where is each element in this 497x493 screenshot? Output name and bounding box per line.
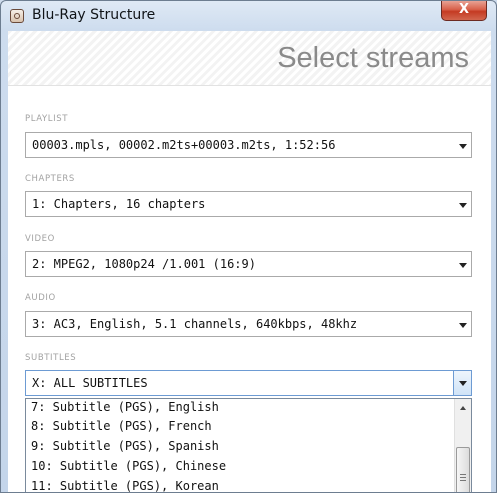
- list-item[interactable]: 7: Subtitle (PGS), English: [31, 400, 219, 414]
- chevron-down-icon: [459, 381, 467, 386]
- list-item[interactable]: 8: Subtitle (PGS), French: [31, 419, 212, 433]
- close-button[interactable]: X: [441, 1, 487, 21]
- scroll-up-icon[interactable]: [460, 406, 466, 410]
- dialog-content: Select streams PLAYLIST 00003.mpls, 0000…: [8, 31, 491, 492]
- chapters-value: 1: Chapters, 16 chapters: [32, 197, 206, 211]
- playlist-label: PLAYLIST: [25, 114, 69, 124]
- chapters-dropdown[interactable]: 1: Chapters, 16 chapters: [25, 191, 472, 217]
- audio-value: 3: AC3, English, 5.1 channels, 640kbps, …: [32, 317, 358, 331]
- playlist-dropdown[interactable]: 00003.mpls, 00002.m2ts+00003.m2ts, 1:52:…: [25, 132, 472, 158]
- scroll-thumb[interactable]: [456, 447, 470, 492]
- video-label: VIDEO: [25, 234, 55, 244]
- subtitles-dropdown-list[interactable]: 7: Subtitle (PGS), English 8: Subtitle (…: [25, 398, 472, 492]
- window-title: Blu-Ray Structure: [32, 7, 156, 23]
- title-bar[interactable]: Blu-Ray Structure X: [1, 1, 496, 31]
- subtitles-label: SUBTITLES: [25, 353, 77, 363]
- header-banner: Select streams: [8, 31, 491, 86]
- audio-label: AUDIO: [25, 293, 56, 303]
- close-icon: X: [458, 2, 470, 17]
- chapters-label: CHAPTERS: [25, 174, 75, 184]
- grip-line: [460, 480, 466, 481]
- bluray-disc-icon: [10, 9, 24, 23]
- grip-line: [460, 477, 466, 478]
- grip-line: [460, 474, 466, 475]
- chevron-down-icon: [459, 323, 467, 328]
- dropdown-button[interactable]: [453, 371, 471, 395]
- list-item[interactable]: 9: Subtitle (PGS), Spanish: [31, 439, 219, 453]
- chevron-down-icon: [459, 203, 467, 208]
- subtitles-dropdown[interactable]: X: ALL SUBTITLES: [25, 370, 472, 396]
- list-item[interactable]: 11: Subtitle (PGS), Korean: [31, 479, 219, 492]
- page-heading: Select streams: [277, 42, 469, 74]
- dialog-window: Blu-Ray Structure X Select streams PLAYL…: [0, 0, 497, 493]
- video-value: 2: MPEG2, 1080p24 /1.001 (16:9): [32, 257, 256, 271]
- list-item[interactable]: 10: Subtitle (PGS), Chinese: [31, 459, 226, 473]
- audio-dropdown[interactable]: 3: AC3, English, 5.1 channels, 640kbps, …: [25, 311, 472, 337]
- vertical-scrollbar[interactable]: [454, 399, 471, 492]
- chevron-down-icon: [459, 263, 467, 268]
- playlist-value: 00003.mpls, 00002.m2ts+00003.m2ts, 1:52:…: [32, 138, 336, 152]
- subtitles-value: X: ALL SUBTITLES: [32, 376, 148, 390]
- chevron-down-icon: [459, 144, 467, 149]
- video-dropdown[interactable]: 2: MPEG2, 1080p24 /1.001 (16:9): [25, 251, 472, 277]
